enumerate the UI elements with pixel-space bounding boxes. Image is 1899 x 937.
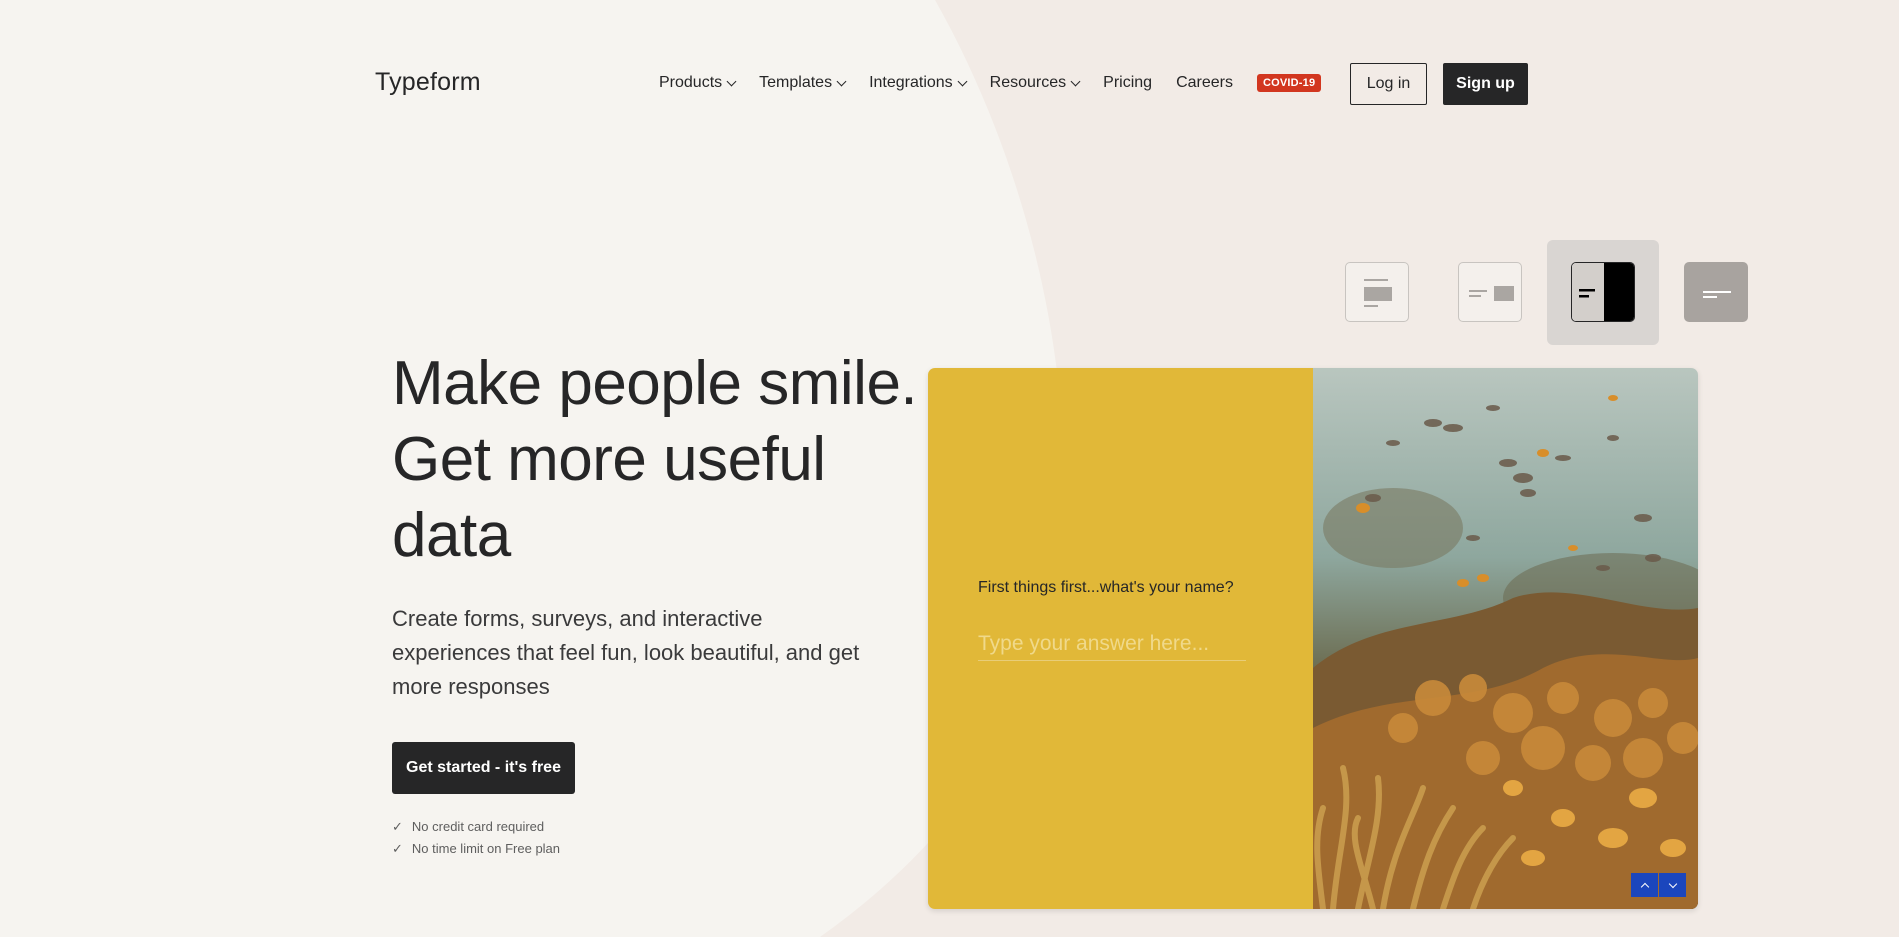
nav-label: Templates	[759, 74, 833, 91]
nav-item-products[interactable]: Products	[659, 74, 737, 92]
form-navigation	[1631, 873, 1686, 897]
nav-item-resources[interactable]: Resources	[989, 74, 1081, 92]
benefit-list: ✓ No credit card required ✓ No time limi…	[392, 816, 952, 860]
nav-item-pricing[interactable]: Pricing	[1103, 74, 1152, 92]
nav-label: Pricing	[1103, 74, 1153, 91]
benefit-text: No credit card required	[411, 819, 545, 834]
layout-split-right-icon[interactable]	[1571, 262, 1635, 322]
nav-item-integrations[interactable]: Integrations	[869, 74, 968, 92]
benefit-item: ✓ No credit card required	[392, 816, 952, 838]
checkmark-icon: ✓	[392, 841, 403, 856]
chevron-down-icon	[957, 76, 968, 86]
layout-split-icon[interactable]	[1458, 262, 1522, 322]
benefit-item: ✓ No time limit on Free plan	[392, 838, 952, 860]
coral-reef-image	[1313, 368, 1698, 909]
nav-item-careers[interactable]: Careers	[1176, 74, 1233, 92]
chevron-down-icon	[726, 76, 737, 86]
form-question: First things first...what's your name?	[978, 579, 1234, 596]
arrow-up-button[interactable]	[1631, 873, 1658, 897]
arrow-down-button[interactable]	[1659, 873, 1686, 897]
covid-badge[interactable]: COVID-19	[1256, 74, 1322, 92]
chevron-down-icon	[1070, 76, 1081, 86]
get-started-button[interactable]: Get started - it's free	[392, 742, 575, 794]
hero-section: Make people smile. Get more useful data …	[392, 346, 952, 860]
layout-wallpaper-icon[interactable]	[1684, 262, 1748, 322]
layout-stack-icon[interactable]	[1345, 262, 1409, 322]
answer-input[interactable]	[978, 627, 1246, 661]
chevron-down-icon	[836, 76, 847, 86]
nav-label: Products	[659, 74, 723, 91]
typeform-demo: First things first...what's your name?	[928, 368, 1698, 909]
chevron-up-icon	[1640, 882, 1649, 891]
nav-item-templates[interactable]: Templates	[759, 74, 847, 92]
main-menu: Products Templates Integrations Resource…	[659, 74, 1322, 92]
typeform-logo[interactable]: Typeform	[375, 68, 481, 97]
chevron-down-icon	[1668, 879, 1677, 888]
benefit-text: No time limit on Free plan	[411, 841, 561, 856]
nav-label: Integrations	[869, 74, 953, 91]
signup-button[interactable]: Sign up	[1443, 63, 1528, 105]
checkmark-icon: ✓	[392, 819, 403, 834]
hero-subhead: Create forms, surveys, and interactive e…	[392, 606, 860, 699]
top-nav: Typeform Products Templates Integrations…	[0, 62, 1899, 106]
login-button[interactable]: Log in	[1350, 63, 1427, 105]
nav-label: Resources	[989, 74, 1067, 91]
form-panel: First things first...what's your name?	[928, 368, 1313, 909]
nav-label: Careers	[1176, 74, 1233, 91]
hero-headline: Make people smile. Get more useful data	[392, 349, 918, 570]
